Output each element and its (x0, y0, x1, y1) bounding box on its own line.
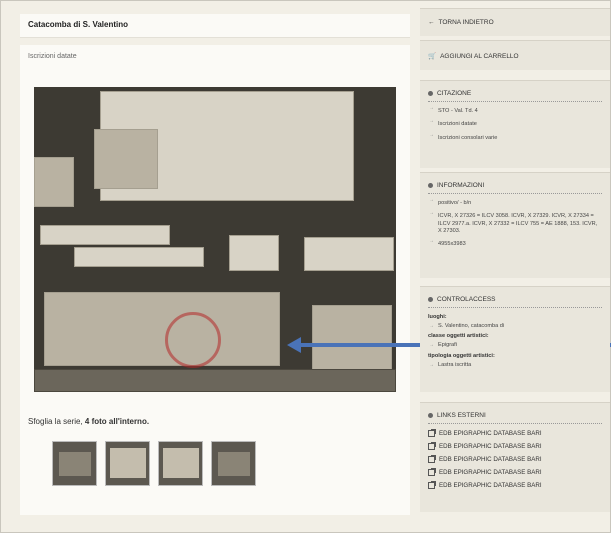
external-link-icon (428, 442, 436, 450)
bullet-icon (428, 297, 433, 302)
cart-icon: 🛒 (428, 53, 437, 60)
cart-panel: 🛒 AGGIUNGI AL CARRELLO (420, 40, 610, 70)
informazioni-item: positivo/ - b/n (420, 194, 610, 207)
photo-slab (94, 129, 158, 189)
thumbnail-1[interactable] (52, 441, 97, 486)
luoghi-label: luoghi: (428, 314, 447, 320)
citazione-title: CITAZIONE (428, 90, 602, 102)
add-to-cart-button[interactable]: 🛒 AGGIUNGI AL CARRELLO (420, 52, 610, 61)
external-link[interactable]: EDB EPIGRAPHIC DATABASE BARI (420, 466, 610, 479)
photo-slab (34, 157, 74, 207)
informazioni-title: INFORMAZIONI (428, 182, 602, 194)
series-count: 4 foto all'interno. (84, 417, 150, 426)
back-panel: ← TORNA INDIETRO (420, 8, 610, 36)
external-link-label: EDB EPIGRAPHIC DATABASE BARI (439, 443, 542, 450)
external-link-label: EDB EPIGRAPHIC DATABASE BARI (439, 430, 542, 437)
controlaccess-title: CONTROLACCESS (428, 296, 602, 308)
controlaccess-heading: CONTROLACCESS (437, 296, 496, 303)
citazione-item[interactable]: Iscrizioni consolari varie (420, 129, 610, 142)
bullet-icon (428, 413, 433, 418)
external-link[interactable]: EDB EPIGRAPHIC DATABASE BARI (420, 479, 610, 492)
classe-label: classe oggetti artistici: (428, 333, 489, 340)
citazione-item[interactable]: Iscrizioni datate (420, 115, 610, 128)
thumbnail-2[interactable] (105, 441, 150, 486)
cart-label: AGGIUNGI AL CARRELLO (440, 52, 519, 60)
back-link[interactable]: ← TORNA INDIETRO (420, 19, 610, 26)
bullet-icon (428, 183, 433, 188)
photo-slab (34, 369, 396, 392)
photo-slab (74, 247, 204, 267)
luoghi-item[interactable]: S. Valentino, catacomba di (420, 320, 610, 330)
photo-slab (304, 237, 394, 271)
tipologia-item[interactable]: Lastra iscritta (420, 359, 610, 369)
back-label: TORNA INDIETRO (438, 19, 494, 26)
thumbnail-3[interactable] (158, 441, 203, 486)
citazione-item[interactable]: STO - Val. Td. 4 (420, 102, 610, 115)
thumbnail-4[interactable] (211, 441, 256, 486)
series-text: Sfoglia la serie, 4 foto all'interno. (28, 417, 149, 426)
annotation-arrow-head (287, 337, 301, 353)
informazioni-item: 4955x3983 (420, 235, 610, 248)
external-link-label: EDB EPIGRAPHIC DATABASE BARI (439, 482, 542, 489)
title-bar: Catacomba di S. Valentino (20, 14, 410, 38)
photo-slab (229, 235, 279, 271)
arrow-left-icon: ← (428, 19, 435, 26)
links-heading: LINKS ESTERNI (437, 412, 486, 419)
photo-slab (40, 225, 170, 245)
thumbnail-image (163, 448, 199, 478)
external-link-icon (428, 455, 436, 463)
external-link[interactable]: EDB EPIGRAPHIC DATABASE BARI (420, 453, 610, 466)
thumbnail-image (110, 448, 146, 478)
informazioni-heading: INFORMAZIONI (437, 182, 485, 189)
external-link-label: EDB EPIGRAPHIC DATABASE BARI (439, 456, 542, 463)
controlaccess-panel: CONTROLACCESS luoghi: S. Valentino, cata… (420, 286, 610, 392)
page-title: Catacomba di S. Valentino (20, 14, 410, 38)
links-panel: LINKS ESTERNI EDB EPIGRAPHIC DATABASE BA… (420, 402, 610, 512)
section-subtitle: Iscrizioni datate (28, 53, 77, 60)
external-link-icon (428, 429, 436, 437)
thumbnail-image (59, 452, 91, 476)
thumbnail-strip (52, 441, 256, 486)
tipologia-label: tipologia oggetti artistici: (428, 352, 495, 359)
citazione-heading: CITAZIONE (437, 90, 472, 97)
citazione-panel: CITAZIONE STO - Val. Td. 4 Iscrizioni da… (420, 80, 610, 168)
external-link[interactable]: EDB EPIGRAPHIC DATABASE BARI (420, 424, 610, 440)
external-link-icon (428, 481, 436, 489)
external-link-icon (428, 468, 436, 476)
thumbnail-image (218, 452, 250, 476)
main-content: Iscrizioni datate Sfoglia la serie, 4 fo… (20, 45, 410, 515)
watermark-stamp (165, 312, 221, 368)
bullet-icon (428, 91, 433, 96)
classe-item[interactable]: Epigrafi (420, 339, 610, 349)
photo-slab (44, 292, 280, 366)
informazioni-item: ICVR, X 27326 = ILCV 3058. ICVR, X 27329… (420, 207, 610, 235)
links-title: LINKS ESTERNI (428, 412, 602, 424)
external-link-label: EDB EPIGRAPHIC DATABASE BARI (439, 469, 542, 476)
series-prefix: Sfoglia la serie, (28, 417, 85, 426)
external-link[interactable]: EDB EPIGRAPHIC DATABASE BARI (420, 440, 610, 453)
informazioni-panel: INFORMAZIONI positivo/ - b/n ICVR, X 273… (420, 172, 610, 278)
